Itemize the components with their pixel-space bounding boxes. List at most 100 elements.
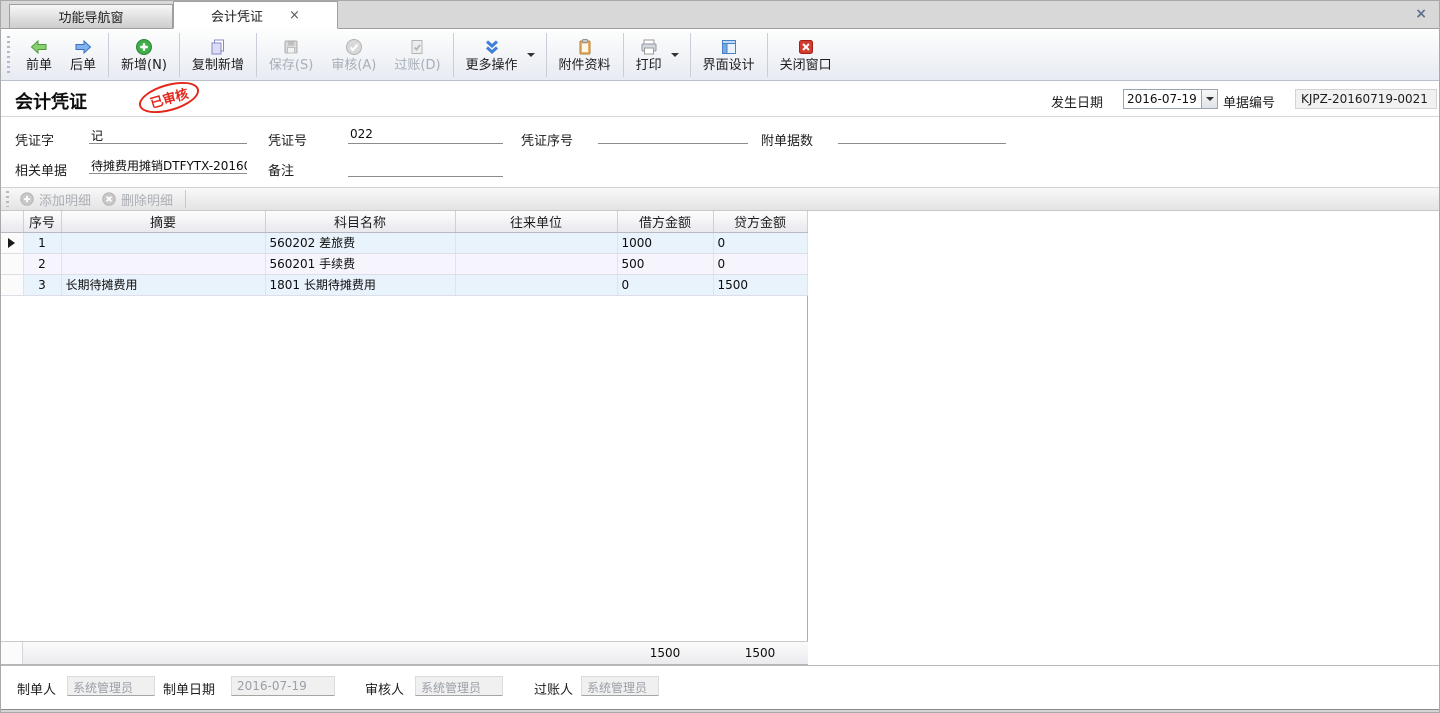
cell-summary[interactable] — [61, 232, 265, 253]
cell-debit[interactable]: 1000 — [617, 232, 713, 253]
toolbar-separator — [546, 33, 547, 77]
delete-detail-label: 删除明细 — [121, 190, 173, 209]
more-actions-button[interactable]: 更多操作 — [457, 32, 527, 78]
col-header-unit[interactable]: 往来单位 — [455, 211, 617, 232]
cell-summary[interactable]: 长期待摊费用 — [61, 274, 265, 295]
cell-unit[interactable] — [455, 253, 617, 274]
audit-button[interactable]: 审核(A) — [322, 32, 385, 78]
date-dropdown-button[interactable] — [1201, 90, 1217, 108]
cell-credit[interactable]: 0 — [713, 232, 807, 253]
tab-close-icon[interactable]: × — [289, 9, 300, 22]
attachments-button[interactable]: 附件资料 — [550, 32, 620, 78]
audited-stamp: 已审核 — [135, 76, 202, 119]
doc-no-field[interactable]: KJPZ-20160719-0021 — [1295, 89, 1437, 109]
detail-toolbar-separator — [185, 190, 186, 208]
add-detail-label: 添加明细 — [39, 190, 91, 209]
print-button[interactable]: 打印 — [627, 32, 671, 78]
next-doc-button[interactable]: 后单 — [61, 32, 105, 78]
toolbar-separator — [453, 33, 454, 77]
delete-detail-button[interactable]: 删除明细 — [99, 190, 181, 209]
tab-accounting-voucher[interactable]: 会计凭证 × — [173, 1, 338, 29]
ui-design-icon — [718, 37, 740, 57]
remark-input[interactable] — [348, 159, 503, 177]
create-date-label: 制单日期 — [163, 679, 215, 698]
create-date-field: 2016-07-19 — [231, 676, 335, 696]
col-header-account[interactable]: 科目名称 — [265, 211, 455, 232]
creator-field: 系统管理员 — [67, 676, 155, 696]
cell-unit[interactable] — [455, 274, 617, 295]
ui-design-button[interactable]: 界面设计 — [694, 32, 764, 78]
cell-account[interactable]: 1801 长期待摊费用 — [265, 274, 455, 295]
date-value: 2016-07-19 — [1124, 90, 1201, 108]
detail-toolbar-grip[interactable] — [6, 191, 9, 207]
more-actions-caret-icon[interactable] — [527, 53, 535, 57]
table-row[interactable]: 2 560201 手续费 500 0 — [1, 253, 807, 274]
post-doc-icon — [406, 37, 428, 57]
row-indicator-cell — [1, 232, 23, 253]
date-label: 发生日期 — [1051, 92, 1103, 111]
col-header-summary[interactable]: 摘要 — [61, 211, 265, 232]
cell-unit[interactable] — [455, 232, 617, 253]
toolbar-separator — [108, 33, 109, 77]
total-credit: 1500 — [713, 646, 807, 660]
selected-row-arrow-icon — [8, 238, 15, 248]
entries-grid: 序号 摘要 科目名称 往来单位 借方金额 贷方金额 1 560202 差旅费 1… — [1, 211, 808, 641]
toolbar-grip[interactable] — [7, 36, 10, 74]
window-close-icon[interactable]: × — [1415, 7, 1427, 21]
cell-credit[interactable]: 0 — [713, 253, 807, 274]
cell-seq[interactable]: 2 — [23, 253, 61, 274]
doc-no-label: 单据编号 — [1223, 92, 1275, 111]
detail-toolbar: 添加明细 删除明细 — [1, 187, 1439, 211]
cell-debit[interactable]: 500 — [617, 253, 713, 274]
tab-function-navigation[interactable]: 功能导航窗 — [9, 4, 173, 28]
related-doc-input[interactable]: 待摊费用摊销DTFYTX-2016071 — [89, 156, 247, 174]
col-header-debit[interactable]: 借方金额 — [617, 211, 713, 232]
toolbar-separator — [623, 33, 624, 77]
totals-indicator-cell — [1, 642, 23, 664]
poster-field: 系统管理员 — [581, 676, 659, 696]
voucher-no-label: 凭证号 — [268, 130, 307, 149]
delete-detail-icon — [101, 191, 117, 207]
grid-totals-row: 1500 1500 — [1, 641, 808, 665]
new-button[interactable]: 新增(N) — [112, 32, 176, 78]
voucher-form: 凭证字 记 凭证号 022 凭证序号 附单据数 相关单据 待摊费用摊销DTFYT… — [1, 117, 1439, 187]
col-header-credit[interactable]: 贷方金额 — [713, 211, 807, 232]
table-row[interactable]: 3 长期待摊费用 1801 长期待摊费用 0 1500 — [1, 274, 807, 295]
tab-label: 功能导航窗 — [58, 7, 123, 26]
cell-summary[interactable] — [61, 253, 265, 274]
clipboard-icon — [574, 37, 596, 57]
grid-header-row: 序号 摘要 科目名称 往来单位 借方金额 贷方金额 — [1, 211, 807, 232]
attached-docs-label: 附单据数 — [761, 130, 813, 149]
copy-icon — [207, 37, 229, 57]
poster-label: 过账人 — [534, 679, 573, 698]
voucher-word-input[interactable]: 记 — [89, 126, 247, 144]
page-title: 会计凭证 — [15, 88, 87, 114]
col-header-seq[interactable]: 序号 — [23, 211, 61, 232]
save-button[interactable]: 保存(S) — [260, 32, 322, 78]
cell-seq[interactable]: 3 — [23, 274, 61, 295]
date-combobox[interactable]: 2016-07-19 — [1123, 89, 1218, 109]
app-window: 功能导航窗 会计凭证 × × 前单 后单 新增(N) — [0, 0, 1440, 713]
voucher-header: 会计凭证 已审核 发生日期 2016-07-19 单据编号 KJPZ-20160… — [1, 81, 1439, 117]
close-window-button[interactable]: 关闭窗口 — [771, 32, 841, 78]
tab-strip: 功能导航窗 会计凭证 × × — [1, 1, 1439, 29]
row-indicator-cell — [1, 253, 23, 274]
table-row[interactable]: 1 560202 差旅费 1000 0 — [1, 232, 807, 253]
prev-doc-button[interactable]: 前单 — [17, 32, 61, 78]
cell-account[interactable]: 560201 手续费 — [265, 253, 455, 274]
cell-account[interactable]: 560202 差旅费 — [265, 232, 455, 253]
cell-credit[interactable]: 1500 — [713, 274, 807, 295]
remark-label: 备注 — [268, 160, 294, 179]
cell-debit[interactable]: 0 — [617, 274, 713, 295]
auditor-label: 审核人 — [365, 679, 404, 698]
copy-new-button[interactable]: 复制新增 — [183, 32, 253, 78]
row-indicator-cell — [1, 274, 23, 295]
voucher-no-input[interactable]: 022 — [348, 126, 503, 144]
print-caret-icon[interactable] — [671, 53, 679, 57]
post-button[interactable]: 过账(D) — [385, 32, 449, 78]
cell-seq[interactable]: 1 — [23, 232, 61, 253]
voucher-seq-input[interactable] — [598, 126, 748, 144]
tab-label: 会计凭证 — [211, 6, 263, 25]
attached-docs-input[interactable] — [838, 126, 1006, 144]
add-detail-button[interactable]: 添加明细 — [17, 190, 99, 209]
